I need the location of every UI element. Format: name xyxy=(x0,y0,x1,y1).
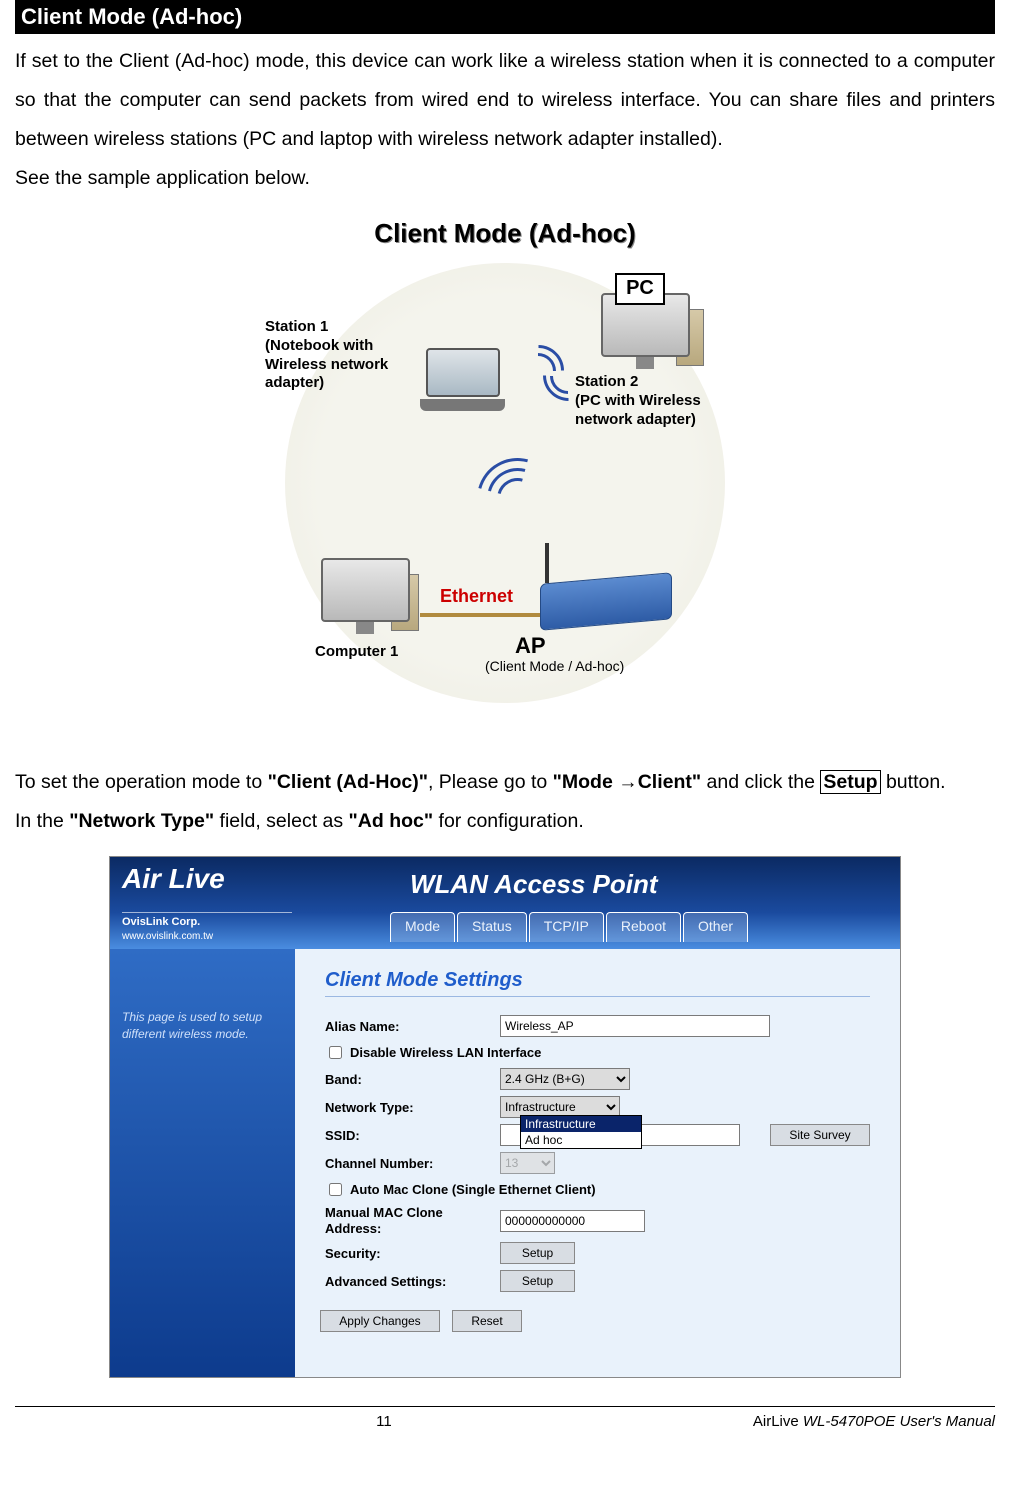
pc-badge: PC xyxy=(615,273,665,305)
network-type-dropdown[interactable]: Infrastructure Ad hoc xyxy=(520,1115,642,1149)
page-number: 11 xyxy=(376,1413,392,1430)
text-bold: "Client (Ad-Hoc)" xyxy=(268,771,428,793)
ap-router-icon xyxy=(540,578,670,648)
text: and click the xyxy=(701,771,820,793)
row-band: Band: 2.4 GHz (B+G) xyxy=(325,1068,870,1090)
footer-divider xyxy=(15,1406,995,1407)
section-title: Client Mode Settings xyxy=(325,969,870,997)
dropdown-option-adhoc[interactable]: Ad hoc xyxy=(521,1132,641,1148)
ui-header-title: WLAN Access Point xyxy=(410,869,658,900)
row-alias: Alias Name: xyxy=(325,1015,870,1037)
computer1-icon xyxy=(315,558,415,634)
row-security: Security: Setup xyxy=(325,1242,870,1264)
tab-bar: Mode Status TCP/IP Reboot Other xyxy=(390,912,750,942)
station2-label: Station 2 (PC with Wireless network adap… xyxy=(575,373,735,429)
tab-other[interactable]: Other xyxy=(683,912,748,942)
label-network-type: Network Type: xyxy=(325,1100,500,1115)
input-alias[interactable] xyxy=(500,1015,770,1037)
station1-label: Station 1 (Notebook with Wireless networ… xyxy=(265,318,415,393)
text-italic: WL-5470POE User's Manual xyxy=(803,1413,995,1430)
label-ssid: SSID: xyxy=(325,1128,500,1143)
brand-logo: Air Live xyxy=(122,863,225,895)
text: AirLive xyxy=(753,1413,803,1430)
label-band: Band: xyxy=(325,1072,500,1087)
label-auto-mac: Auto Mac Clone (Single Ethernet Client) xyxy=(350,1182,596,1197)
ethernet-line-icon xyxy=(420,613,540,617)
apply-changes-button[interactable]: Apply Changes xyxy=(320,1310,440,1332)
text: If set to the Client (Ad-hoc) mode, this… xyxy=(15,50,995,150)
dropdown-option-infrastructure[interactable]: Infrastructure xyxy=(521,1116,641,1132)
label-alias: Alias Name: xyxy=(325,1019,500,1034)
text: In the xyxy=(15,810,69,832)
checkbox-auto-mac[interactable] xyxy=(329,1183,342,1196)
brand-sub: OvisLink Corp. xyxy=(122,912,292,928)
router-ui-panel: Air Live OvisLink Corp. www.ovislink.com… xyxy=(109,856,901,1378)
diagram-client-mode: Client Mode (Ad-hoc) Station 1 (Notebook… xyxy=(220,218,790,738)
text: for configuration. xyxy=(433,810,584,832)
paragraph-2: To set the operation mode to "Client (Ad… xyxy=(15,763,995,802)
reset-button[interactable]: Reset xyxy=(452,1310,522,1332)
tab-mode[interactable]: Mode xyxy=(390,912,455,942)
tab-reboot[interactable]: Reboot xyxy=(606,912,681,942)
tab-status[interactable]: Status xyxy=(457,912,527,942)
select-band[interactable]: 2.4 GHz (B+G) xyxy=(500,1068,630,1090)
site-survey-button[interactable]: Site Survey xyxy=(770,1124,870,1146)
ui-sidebar: This page is used to setup different wir… xyxy=(110,949,295,1377)
label-mac-clone: Manual MAC Clone Address: xyxy=(325,1205,500,1236)
paragraph-3: In the "Network Type" field, select as "… xyxy=(15,802,995,841)
text: To set the operation mode to xyxy=(15,771,268,793)
input-mac-clone[interactable] xyxy=(500,1210,645,1232)
diagram-title: Client Mode (Ad-hoc) xyxy=(374,218,635,249)
paragraph-1b: See the sample application below. xyxy=(15,159,995,198)
advanced-setup-button[interactable]: Setup xyxy=(500,1270,575,1292)
paragraph-1: If set to the Client (Ad-hoc) mode, this… xyxy=(15,42,995,159)
text: field, select as xyxy=(214,810,348,832)
label-advanced: Advanced Settings: xyxy=(325,1274,500,1289)
station1-laptop-icon xyxy=(420,348,505,413)
label-channel: Channel Number: xyxy=(325,1156,500,1171)
row-channel: Channel Number: 13 xyxy=(325,1152,870,1174)
row-auto-mac: Auto Mac Clone (Single Ethernet Client) xyxy=(325,1180,870,1199)
sidebar-note: This page is used to setup different wir… xyxy=(122,1010,262,1041)
footer: 11 AirLive WL-5470POE User's Manual xyxy=(15,1413,995,1430)
row-disable-wlan: Disable Wireless LAN Interface xyxy=(325,1043,870,1062)
text-bold: "Ad hoc" xyxy=(349,810,434,832)
text: , Please go to xyxy=(428,771,553,793)
computer1-label: Computer 1 xyxy=(315,643,398,662)
footer-book-title: AirLive WL-5470POE User's Manual xyxy=(753,1413,995,1430)
ui-header: Air Live OvisLink Corp. www.ovislink.com… xyxy=(110,857,900,949)
tab-tcpip[interactable]: TCP/IP xyxy=(529,912,604,942)
ethernet-label: Ethernet xyxy=(440,586,513,607)
checkbox-disable-wlan[interactable] xyxy=(329,1046,342,1059)
row-advanced: Advanced Settings: Setup xyxy=(325,1270,870,1292)
setup-boxed-label: Setup xyxy=(820,770,880,794)
brand-url: www.ovislink.com.tw xyxy=(122,931,213,942)
select-channel: 13 xyxy=(500,1152,555,1174)
ap-sublabel: (Client Mode / Ad-hoc) xyxy=(485,658,624,674)
ap-label: AP xyxy=(515,633,546,659)
section-heading: Client Mode (Ad-hoc) xyxy=(15,0,995,34)
ui-main: Client Mode Settings Alias Name: Disable… xyxy=(295,949,900,1377)
text-bold: "Mode →Client" xyxy=(553,771,702,793)
text-bold: "Network Type" xyxy=(69,810,214,832)
text: button. xyxy=(881,771,946,793)
security-setup-button[interactable]: Setup xyxy=(500,1242,575,1264)
label-security: Security: xyxy=(325,1246,500,1261)
row-apply: Apply Changes Reset xyxy=(325,1310,870,1332)
label-disable-wlan: Disable Wireless LAN Interface xyxy=(350,1045,541,1060)
row-mac-clone: Manual MAC Clone Address: xyxy=(325,1205,870,1236)
